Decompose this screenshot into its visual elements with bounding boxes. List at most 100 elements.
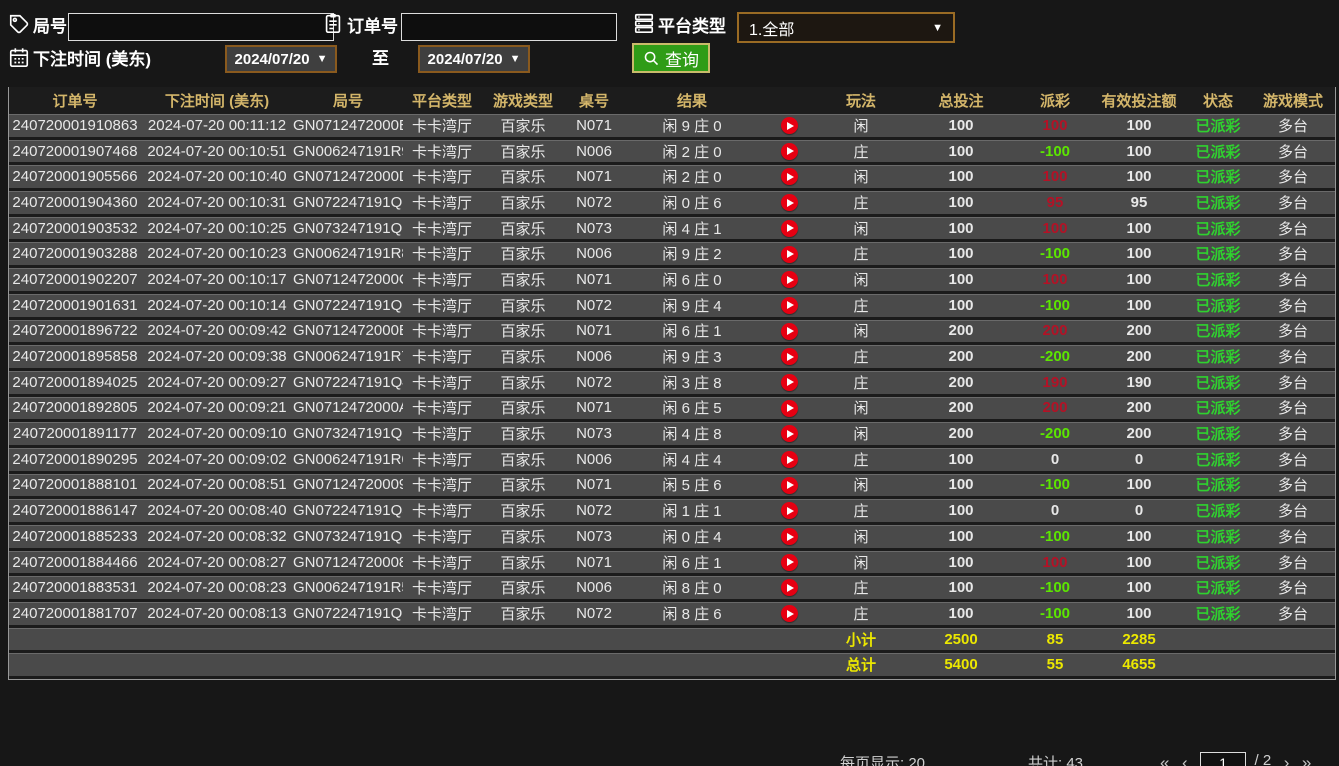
page-number-input[interactable]: 1 xyxy=(1200,752,1246,766)
replay-play-icon[interactable] xyxy=(781,220,798,237)
table-no-cell: N071 xyxy=(565,268,623,294)
replay-cell xyxy=(761,551,817,577)
bet-time-cell: 2024-07-20 00:10:31 xyxy=(141,191,293,217)
chevron-down-icon: ▼ xyxy=(510,53,521,65)
bet-time-cell: 2024-07-20 00:08:27 xyxy=(141,551,293,577)
replay-play-icon[interactable] xyxy=(781,502,798,519)
table-row: 240720001884466 2024-07-20 00:08:27 GN07… xyxy=(9,551,1335,577)
total-bet-cell: 100 xyxy=(905,165,1017,191)
bet-time-cell: 2024-07-20 00:08:13 xyxy=(141,602,293,628)
table-row: 240720001903532 2024-07-20 00:10:25 GN07… xyxy=(9,217,1335,243)
platform-cell: 卡卡湾厅 xyxy=(403,576,481,602)
last-page-button[interactable]: » xyxy=(1302,753,1311,766)
bet-time-cell: 2024-07-20 00:11:12 xyxy=(141,114,293,140)
search-button[interactable]: 查询 xyxy=(632,43,710,73)
replay-play-icon[interactable] xyxy=(781,297,798,314)
replay-cell xyxy=(761,140,817,166)
platform-cell: 卡卡湾厅 xyxy=(403,525,481,551)
play-type-cell: 庄 xyxy=(817,448,905,474)
grand-total-valid-bet: 4655 xyxy=(1093,653,1185,679)
game-type-cell: 百家乐 xyxy=(481,551,565,577)
replay-play-icon[interactable] xyxy=(781,425,798,442)
replay-play-icon[interactable] xyxy=(781,194,798,211)
game-mode-cell: 多台 xyxy=(1251,397,1335,423)
round-id-cell: GN0712472000E xyxy=(293,114,403,140)
replay-cell xyxy=(761,576,817,602)
game-mode-cell: 多台 xyxy=(1251,602,1335,628)
prev-page-button[interactable]: ‹ xyxy=(1182,753,1188,766)
total-bet-cell: 100 xyxy=(905,294,1017,320)
replay-play-icon[interactable] xyxy=(781,348,798,365)
replay-play-icon[interactable] xyxy=(781,117,798,134)
platform-cell: 卡卡湾厅 xyxy=(403,268,481,294)
payout-cell: -100 xyxy=(1017,140,1093,166)
platform-cell: 卡卡湾厅 xyxy=(403,397,481,423)
round-id-input[interactable] xyxy=(68,13,334,41)
replay-cell xyxy=(761,397,817,423)
bet-time-cell: 2024-07-20 00:10:51 xyxy=(141,140,293,166)
play-type-cell: 庄 xyxy=(817,371,905,397)
replay-play-icon[interactable] xyxy=(781,168,798,185)
order-id-cell: 240720001901631 xyxy=(9,294,141,320)
play-type-cell: 庄 xyxy=(817,140,905,166)
game-mode-cell: 多台 xyxy=(1251,320,1335,346)
replay-play-icon[interactable] xyxy=(781,246,798,263)
game-mode-cell: 多台 xyxy=(1251,242,1335,268)
replay-play-icon[interactable] xyxy=(781,477,798,494)
bet-time-cell: 2024-07-20 00:09:21 xyxy=(141,397,293,423)
replay-play-icon[interactable] xyxy=(781,400,798,417)
platform-type-label: 平台类型 xyxy=(658,13,726,41)
date-from-select[interactable]: 2024/07/20 ▼ xyxy=(225,45,337,73)
valid-bet-cell: 200 xyxy=(1093,320,1185,346)
result-cell: 闲 9 庄 4 xyxy=(623,294,761,320)
order-id-input[interactable] xyxy=(401,13,617,41)
bet-time-cell: 2024-07-20 00:10:25 xyxy=(141,217,293,243)
result-cell: 闲 1 庄 1 xyxy=(623,499,761,525)
column-header-10: 派彩 xyxy=(1017,87,1093,114)
column-header-3: 平台类型 xyxy=(403,87,481,114)
replay-play-icon[interactable] xyxy=(781,451,798,468)
order-id-cell: 240720001905566 xyxy=(9,165,141,191)
game-mode-cell: 多台 xyxy=(1251,217,1335,243)
table-no-cell: N073 xyxy=(565,422,623,448)
result-cell: 闲 6 庄 1 xyxy=(623,320,761,346)
replay-play-icon[interactable] xyxy=(781,323,798,340)
order-id-cell: 240720001884466 xyxy=(9,551,141,577)
bet-time-cell: 2024-07-20 00:09:42 xyxy=(141,320,293,346)
result-cell: 闲 6 庄 5 xyxy=(623,397,761,423)
game-type-cell: 百家乐 xyxy=(481,448,565,474)
bet-time-cell: 2024-07-20 00:09:38 xyxy=(141,345,293,371)
next-page-button[interactable]: › xyxy=(1284,753,1290,766)
platform-cell: 卡卡湾厅 xyxy=(403,114,481,140)
platform-type-select[interactable]: 1.全部 ▼ xyxy=(737,12,955,43)
replay-play-icon[interactable] xyxy=(781,579,798,596)
platform-cell: 卡卡湾厅 xyxy=(403,294,481,320)
result-cell: 闲 9 庄 3 xyxy=(623,345,761,371)
valid-bet-cell: 190 xyxy=(1093,371,1185,397)
result-cell: 闲 9 庄 0 xyxy=(623,114,761,140)
date-to-select[interactable]: 2024/07/20 ▼ xyxy=(418,45,530,73)
round-id-cell: GN07124720009 xyxy=(293,474,403,500)
first-page-button[interactable]: « xyxy=(1160,753,1169,766)
replay-play-icon[interactable] xyxy=(781,528,798,545)
replay-play-icon[interactable] xyxy=(781,605,798,622)
replay-play-icon[interactable] xyxy=(781,554,798,571)
payout-cell: 190 xyxy=(1017,371,1093,397)
round-id-cell: GN006247191R8 xyxy=(293,242,403,268)
table-no-cell: N072 xyxy=(565,371,623,397)
replay-play-icon[interactable] xyxy=(781,143,798,160)
column-header-9: 总投注 xyxy=(905,87,1017,114)
result-cell: 闲 6 庄 1 xyxy=(623,551,761,577)
game-type-cell: 百家乐 xyxy=(481,345,565,371)
payout-cell: -100 xyxy=(1017,576,1093,602)
payout-cell: -100 xyxy=(1017,294,1093,320)
table-no-cell: N071 xyxy=(565,551,623,577)
grand-total-row: 总计 5400 55 4655 xyxy=(9,653,1335,679)
order-id-cell: 240720001910863 xyxy=(9,114,141,140)
replay-cell xyxy=(761,499,817,525)
column-header-6: 结果 xyxy=(623,87,761,114)
replay-play-icon[interactable] xyxy=(781,374,798,391)
replay-play-icon[interactable] xyxy=(781,271,798,288)
total-bet-cell: 100 xyxy=(905,576,1017,602)
result-cell: 闲 8 庄 0 xyxy=(623,576,761,602)
